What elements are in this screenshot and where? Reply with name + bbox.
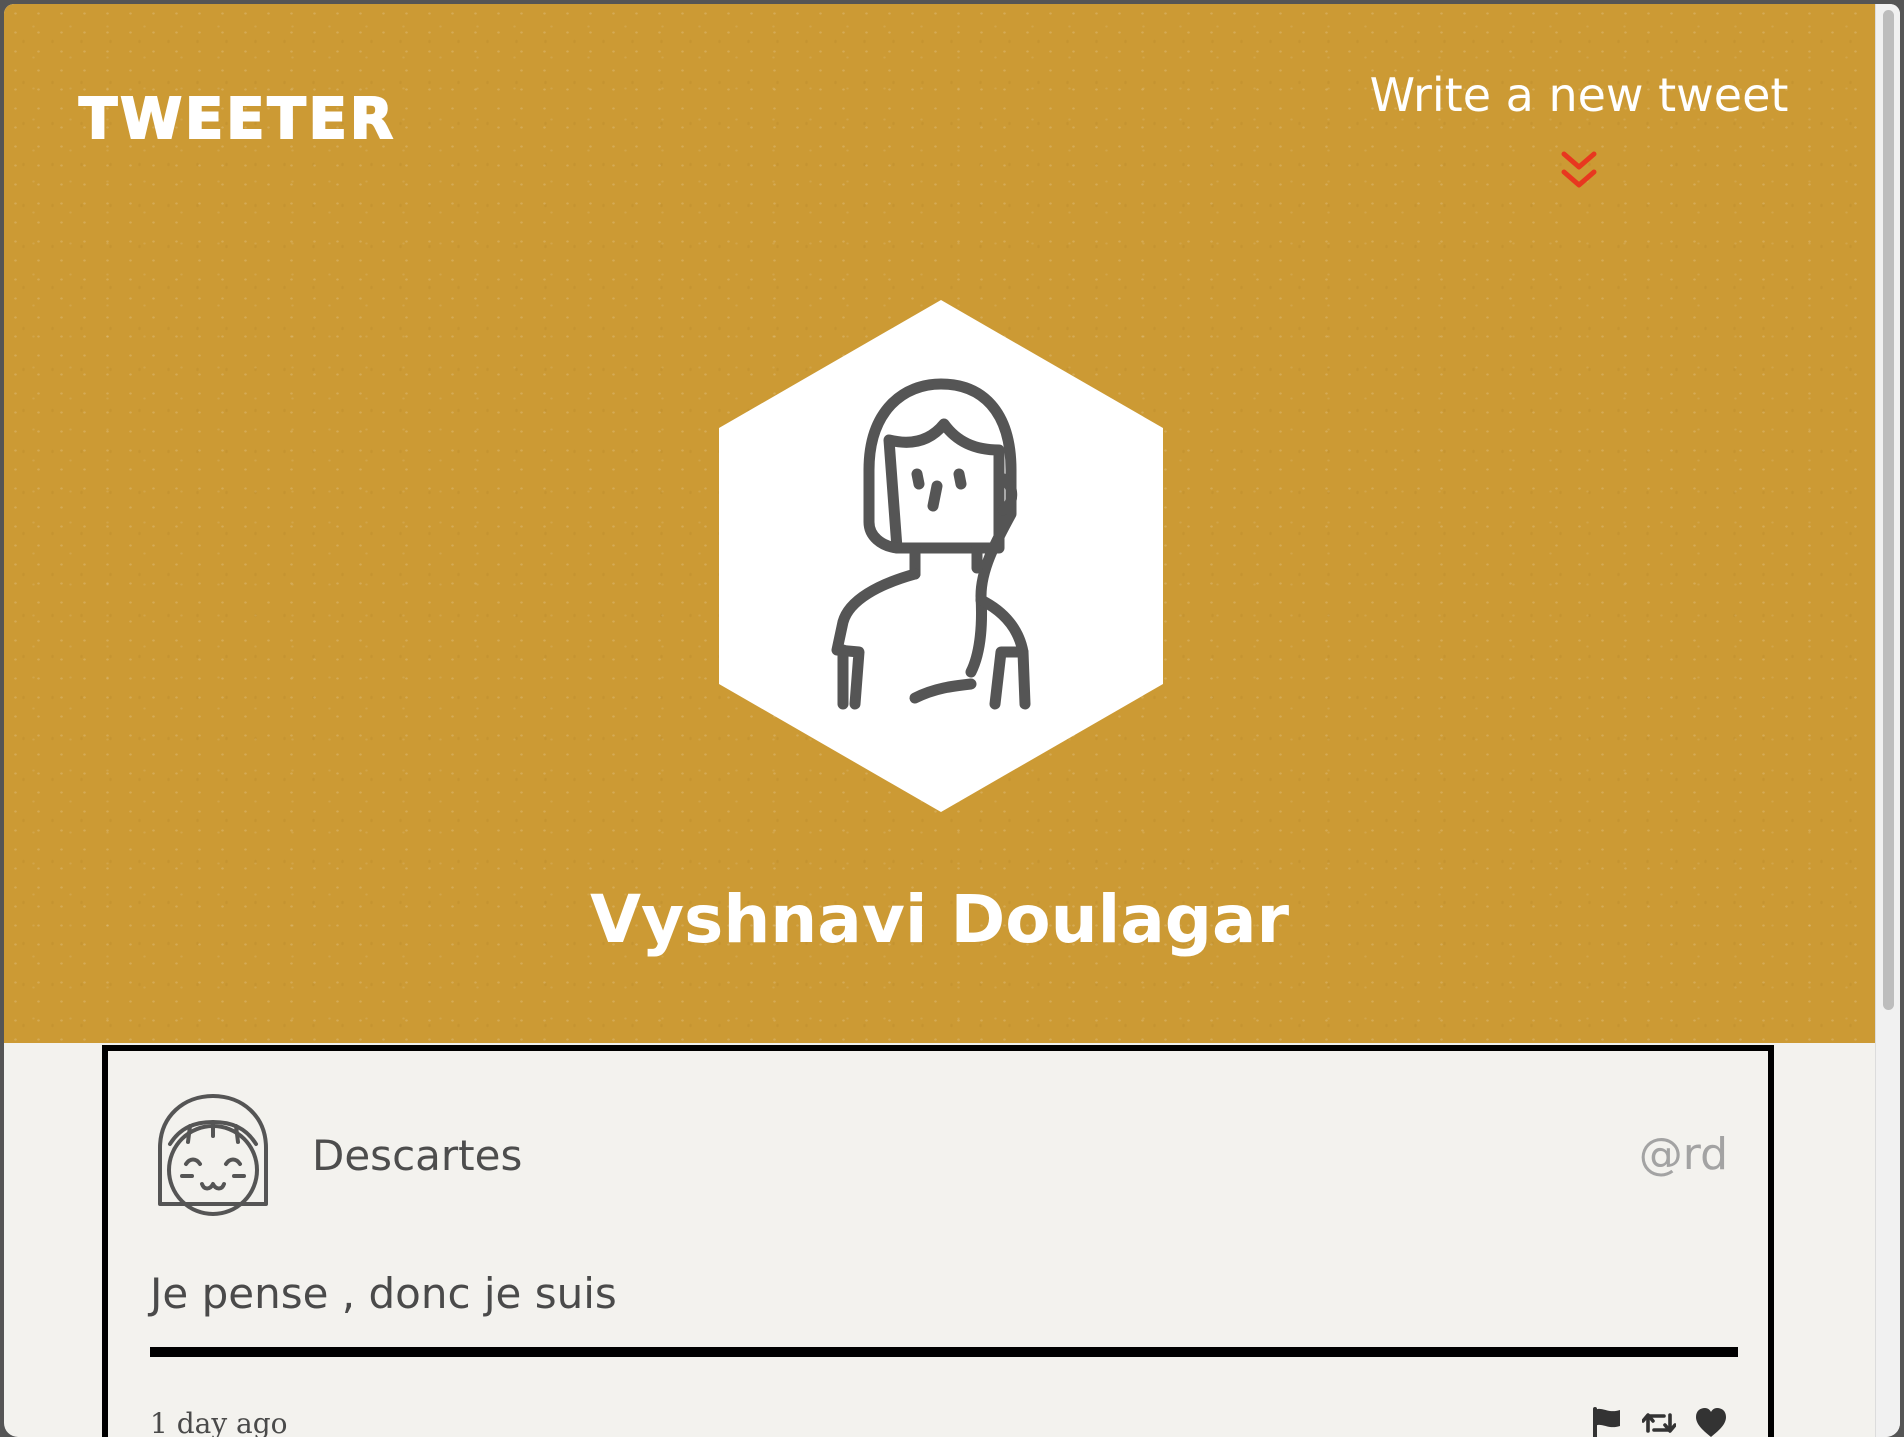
profile-avatar: [719, 300, 1163, 812]
scrollbar[interactable]: [1875, 4, 1900, 1437]
profile-name: Vyshnavi Doulagar: [589, 881, 1290, 958]
flag-icon[interactable]: [1590, 1406, 1624, 1437]
browser-window: TWEETER Write a new tweet Vyshnavi Doula…: [4, 4, 1900, 1437]
write-new-tweet-button[interactable]: Write a new tweet: [1354, 70, 1804, 200]
tweet-timestamp: 1 day ago: [150, 1407, 288, 1437]
write-new-tweet-label: Write a new tweet: [1369, 68, 1789, 122]
tweet-actions: [1590, 1406, 1728, 1437]
tweet-divider: [150, 1347, 1738, 1357]
tweet-author-name: Descartes: [312, 1131, 523, 1180]
tweet-card: Descartes @rd Je pense , donc je suis 1 …: [102, 1045, 1774, 1437]
chevron-double-down-icon[interactable]: [1558, 150, 1600, 192]
girl-avatar-icon: [158, 1094, 268, 1216]
profile-header: TWEETER Write a new tweet Vyshnavi Doula…: [4, 4, 1875, 1043]
retweet-icon[interactable]: [1642, 1406, 1676, 1437]
heart-icon[interactable]: [1694, 1406, 1728, 1437]
tweet-text: Je pense , donc je suis: [150, 1269, 617, 1318]
tweet-author-handle: @rd: [1638, 1129, 1728, 1180]
app-logo[interactable]: TWEETER: [78, 91, 396, 149]
scrollbar-thumb[interactable]: [1883, 10, 1894, 1010]
